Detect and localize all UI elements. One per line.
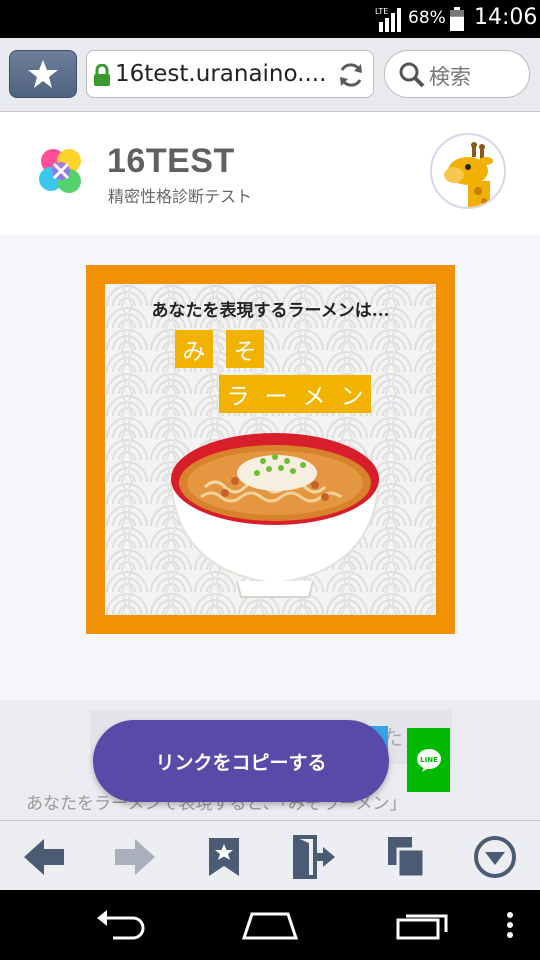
browser-bottom-toolbar	[0, 820, 540, 890]
search-icon	[399, 62, 425, 88]
menu-button[interactable]	[472, 835, 518, 879]
nav-home-button[interactable]	[242, 908, 298, 942]
address-bar[interactable]: 16test.uranaino....	[86, 50, 374, 98]
nav-back-button[interactable]	[92, 908, 148, 942]
menu-down-icon	[474, 836, 516, 878]
copy-link-label: リンクをコピーする	[155, 751, 327, 774]
site-header: 16TEST 精密性格診断テスト	[0, 112, 540, 234]
search-label: 検索	[429, 65, 471, 89]
result-name-char: み	[175, 330, 213, 368]
nav-back-icon	[97, 910, 145, 940]
url-text: 16test.uranaino....	[115, 61, 327, 87]
nav-home-icon	[242, 912, 298, 940]
battery-icon	[450, 7, 464, 31]
result-image: あなたを表現するラーメンは... み そ ラ ー メ ン	[105, 284, 436, 615]
browser-toolbar: 16test.uranaino.... 検索	[0, 38, 540, 112]
lock-icon	[94, 64, 110, 86]
exit-door-icon	[293, 835, 335, 879]
nav-recents-icon	[396, 914, 448, 940]
result-caption: あなたを表現するラーメンは...	[151, 301, 390, 321]
bookmark-icon	[209, 838, 239, 876]
forward-button[interactable]	[112, 835, 158, 879]
search-box[interactable]: 検索	[384, 50, 530, 98]
system-nav-bar	[0, 890, 540, 960]
exit-button[interactable]	[291, 835, 337, 879]
forward-arrow-icon	[115, 839, 155, 875]
back-button[interactable]	[21, 835, 67, 879]
more-vert-icon	[507, 912, 513, 938]
svg-text:LTE: LTE	[375, 7, 388, 16]
result-type-char: メ	[295, 375, 333, 413]
result-type-char: ー	[257, 375, 295, 413]
result-type-char: ン	[333, 375, 371, 413]
result-type-char: ラ	[219, 375, 257, 413]
result-name-char: そ	[226, 330, 264, 368]
battery-percent: 68%	[408, 8, 446, 28]
reload-icon[interactable]	[336, 60, 366, 90]
ramen-bowl-icon	[169, 433, 381, 598]
signal-icon: LTE	[375, 7, 401, 32]
bookmarks-button[interactable]	[201, 835, 247, 879]
clock: 14:06	[474, 5, 538, 30]
line-icon: LINE	[416, 749, 441, 772]
back-arrow-icon	[24, 839, 64, 875]
line-share-button[interactable]: LINE	[407, 728, 450, 792]
star-icon	[28, 60, 58, 88]
nav-recents-button[interactable]	[396, 908, 452, 942]
site-title: 16TEST	[107, 142, 235, 180]
site-subtitle: 精密性格診断テスト	[108, 187, 253, 206]
bookmark-button[interactable]	[9, 50, 77, 98]
nav-overflow-button[interactable]	[500, 908, 520, 942]
giraffe-mascot-icon[interactable]	[430, 133, 506, 209]
line-label: LINE	[420, 756, 438, 764]
logo-icon[interactable]	[36, 146, 86, 198]
status-bar: LTE 68% 14:06	[0, 0, 540, 38]
tabs-icon	[388, 837, 426, 879]
result-card: あなたを表現するラーメンは... み そ ラ ー メ ン	[86, 265, 455, 634]
tabs-button[interactable]	[383, 835, 429, 879]
copy-link-button[interactable]: リンクをコピーする	[93, 720, 389, 802]
